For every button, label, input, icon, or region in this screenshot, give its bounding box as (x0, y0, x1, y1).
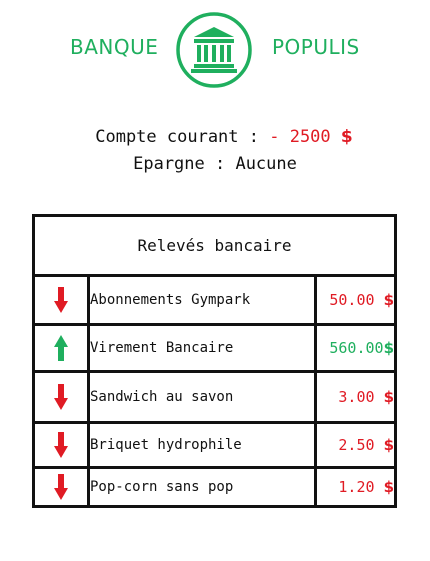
statement-row[interactable]: Pop-corn sans pop 1.20 $ (32, 466, 397, 508)
amount-currency: $ (383, 436, 394, 454)
arrow-down-icon (32, 274, 90, 326)
amount-value: 2.50 (338, 436, 384, 454)
statements-table: Relevés bancaire Abonnements Gympark 50.0… (32, 214, 397, 508)
statement-amount: 1.20 $ (314, 466, 397, 508)
savings-line: Epargne : Aucune (133, 154, 297, 174)
statement-label: Virement Bancaire (87, 323, 317, 373)
amount-value: 50.00 (329, 291, 384, 309)
statement-row[interactable]: Abonnements Gympark 50.00 $ (32, 274, 397, 326)
statement-amount: 3.00 $ (314, 370, 397, 424)
amount-value: 560.00 (329, 339, 384, 357)
statement-label: Abonnements Gympark (87, 274, 317, 326)
arrow-up-icon (32, 323, 90, 373)
amount-currency: $ (383, 291, 394, 309)
statement-row[interactable]: Virement Bancaire 560.00$ (32, 323, 397, 373)
checking-account-currency: $ (340, 127, 353, 147)
checking-account-label: Compte courant : (95, 127, 270, 147)
statement-label: Pop-corn sans pop (87, 466, 317, 508)
amount-value: 3.00 (338, 388, 384, 406)
statements-title: Relevés bancaire (32, 214, 397, 277)
checking-account-amount: - 2500 (269, 127, 331, 147)
brand-name-left: BANQUE (70, 35, 159, 59)
arrow-down-icon (32, 421, 90, 469)
checking-account-line: Compte courant : - 2500 $ (0, 127, 430, 147)
arrow-down-icon (32, 370, 90, 424)
statement-label: Briquet hydrophile (87, 421, 317, 469)
statement-amount: 50.00 $ (314, 274, 397, 326)
arrow-down-icon (32, 466, 90, 508)
amount-value: 1.20 (338, 478, 384, 496)
statement-amount: 2.50 $ (314, 421, 397, 469)
bank-building-icon (174, 10, 254, 90)
statement-label: Sandwich au savon (87, 370, 317, 424)
statement-amount: 560.00$ (314, 323, 397, 373)
brand-name-right: POPULIS (272, 35, 360, 59)
amount-currency: $ (383, 388, 394, 406)
amount-currency: $ (383, 478, 394, 496)
statement-row[interactable]: Sandwich au savon 3.00 $ (32, 370, 397, 424)
amount-currency: $ (383, 339, 394, 357)
statement-row[interactable]: Briquet hydrophile 2.50 $ (32, 421, 397, 469)
